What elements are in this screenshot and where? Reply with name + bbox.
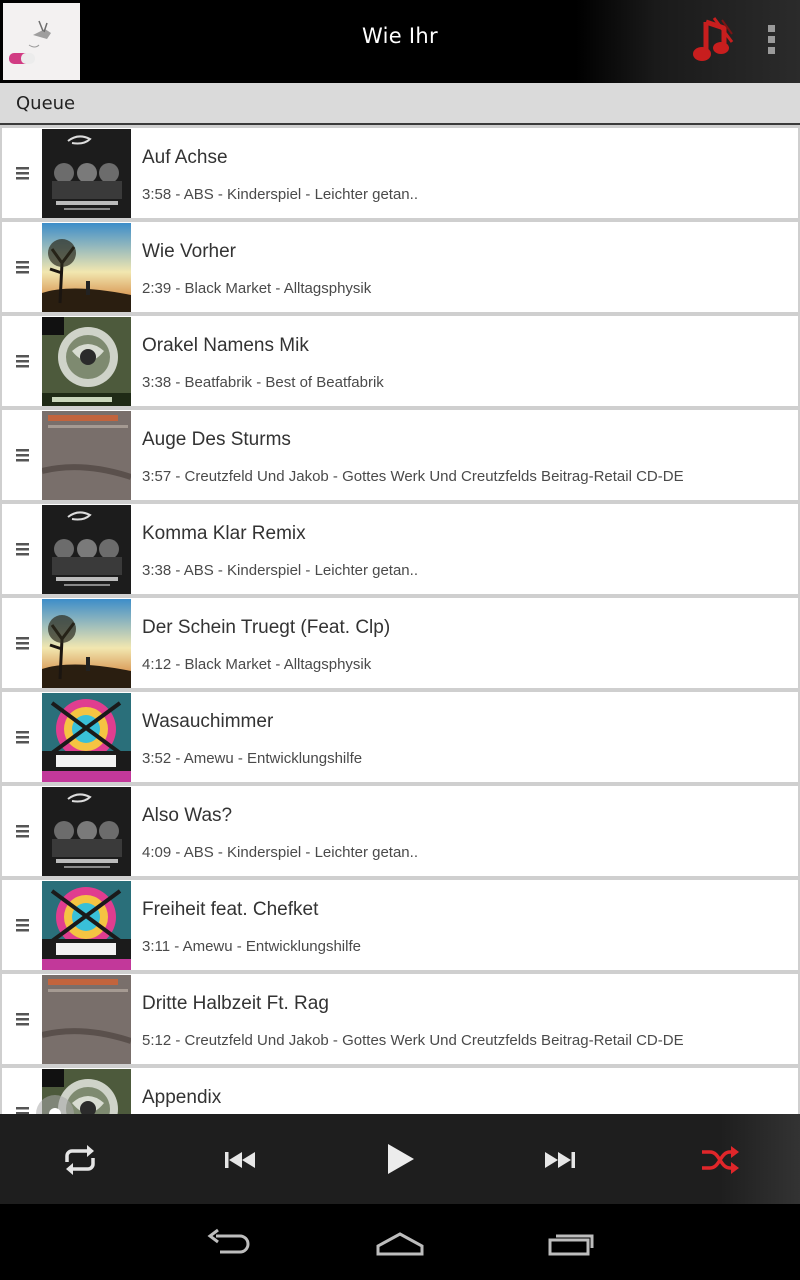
list-item[interactable]: Also Was? 4:09 - ABS - Kinderspiel - Lei… [2,786,798,876]
song-meta: 4:12 - Black Market - Alltagsphysik [142,656,372,673]
song-title: Wasauchimmer [142,711,274,732]
list-item[interactable]: Der Schein Truegt (Feat. Clp) 4:12 - Bla… [2,598,798,688]
drag-handle-icon[interactable] [15,635,31,651]
album-cover [42,505,131,594]
shuffle-icon[interactable] [698,1138,742,1182]
album-cover [42,975,131,1064]
list-item[interactable]: Dritte Halbzeit Ft. Rag 5:12 - Creutzfel… [2,974,798,1064]
drag-handle-icon[interactable] [15,823,31,839]
drag-handle-icon[interactable] [15,917,31,933]
list-item[interactable]: Appendix [2,1068,798,1114]
drag-handle-icon[interactable] [15,729,31,745]
song-title: Wie Vorher [142,241,236,262]
song-title: Auge Des Sturms [142,429,291,450]
song-meta: 3:58 - ABS - Kinderspiel - Leichter geta… [142,186,418,203]
song-title: Orakel Namens Mik [142,335,309,356]
queue-list[interactable]: Auf Achse 3:58 - ABS - Kinderspiel - Lei… [0,125,800,1114]
list-item[interactable]: Orakel Namens Mik 3:38 - Beatfabrik - Be… [2,316,798,406]
list-item[interactable]: Wasauchimmer 3:52 - Amewu - Entwicklungs… [2,692,798,782]
song-title: Der Schein Truegt (Feat. Clp) [142,617,391,638]
play-icon[interactable] [378,1138,422,1182]
repeat-icon[interactable] [58,1138,102,1182]
list-item[interactable]: Komma Klar Remix 3:38 - ABS - Kinderspie… [2,504,798,594]
now-playing-title: Wie Ihr [362,24,438,48]
album-cover [42,411,131,500]
song-meta: 3:38 - Beatfabrik - Best of Beatfabrik [142,374,384,391]
song-title: Also Was? [142,805,233,826]
drag-handle-icon[interactable] [15,541,31,557]
playback-controls [0,1114,800,1204]
album-cover [42,693,131,782]
list-item[interactable]: Auf Achse 3:58 - ABS - Kinderspiel - Lei… [2,128,798,218]
song-title: Appendix [142,1087,222,1108]
album-cover [42,787,131,876]
song-title: Freiheit feat. Chefket [142,899,319,920]
album-cover [42,317,131,406]
song-meta: 5:12 - Creutzfeld Und Jakob - Gottes Wer… [142,1032,684,1049]
song-meta: 4:09 - ABS - Kinderspiel - Leichter geta… [142,844,418,861]
drag-handle-icon[interactable] [15,1105,31,1114]
back-icon[interactable] [202,1222,258,1262]
now-playing-bar: Wie Ihr [0,0,800,83]
song-title: Komma Klar Remix [142,523,306,544]
recents-icon[interactable] [542,1222,598,1262]
drag-handle-icon[interactable] [15,1011,31,1027]
next-icon[interactable] [538,1138,582,1182]
song-meta: 2:39 - Black Market - Alltagsphysik [142,280,372,297]
song-meta: 3:57 - Creutzfeld Und Jakob - Gottes Wer… [142,468,684,485]
list-item[interactable]: Auge Des Sturms 3:57 - Creutzfeld Und Ja… [2,410,798,500]
album-cover [42,881,131,970]
song-meta: 3:38 - ABS - Kinderspiel - Leichter geta… [142,562,418,579]
music-note-icon[interactable] [692,16,738,64]
drag-handle-icon[interactable] [15,259,31,275]
song-meta: 3:11 - Amewu - Entwicklungshilfe [142,938,361,955]
album-cover [42,223,131,312]
drag-handle-icon[interactable] [15,165,31,181]
system-navigation-bar [0,1204,800,1280]
overflow-menu-icon[interactable] [762,22,782,58]
album-cover [42,129,131,218]
queue-label: Queue [16,93,76,114]
list-item[interactable]: Wie Vorher 2:39 - Black Market - Alltags… [2,222,798,312]
song-meta: 3:52 - Amewu - Entwicklungshilfe [142,750,363,767]
drag-handle-icon[interactable] [15,447,31,463]
queue-header: Queue [0,83,800,125]
home-icon[interactable] [372,1222,428,1262]
drag-handle-icon[interactable] [15,353,31,369]
previous-icon[interactable] [218,1138,262,1182]
song-title: Dritte Halbzeit Ft. Rag [142,993,329,1014]
song-title: Auf Achse [142,147,228,168]
list-item[interactable]: Freiheit feat. Chefket 3:11 - Amewu - En… [2,880,798,970]
album-cover [42,599,131,688]
